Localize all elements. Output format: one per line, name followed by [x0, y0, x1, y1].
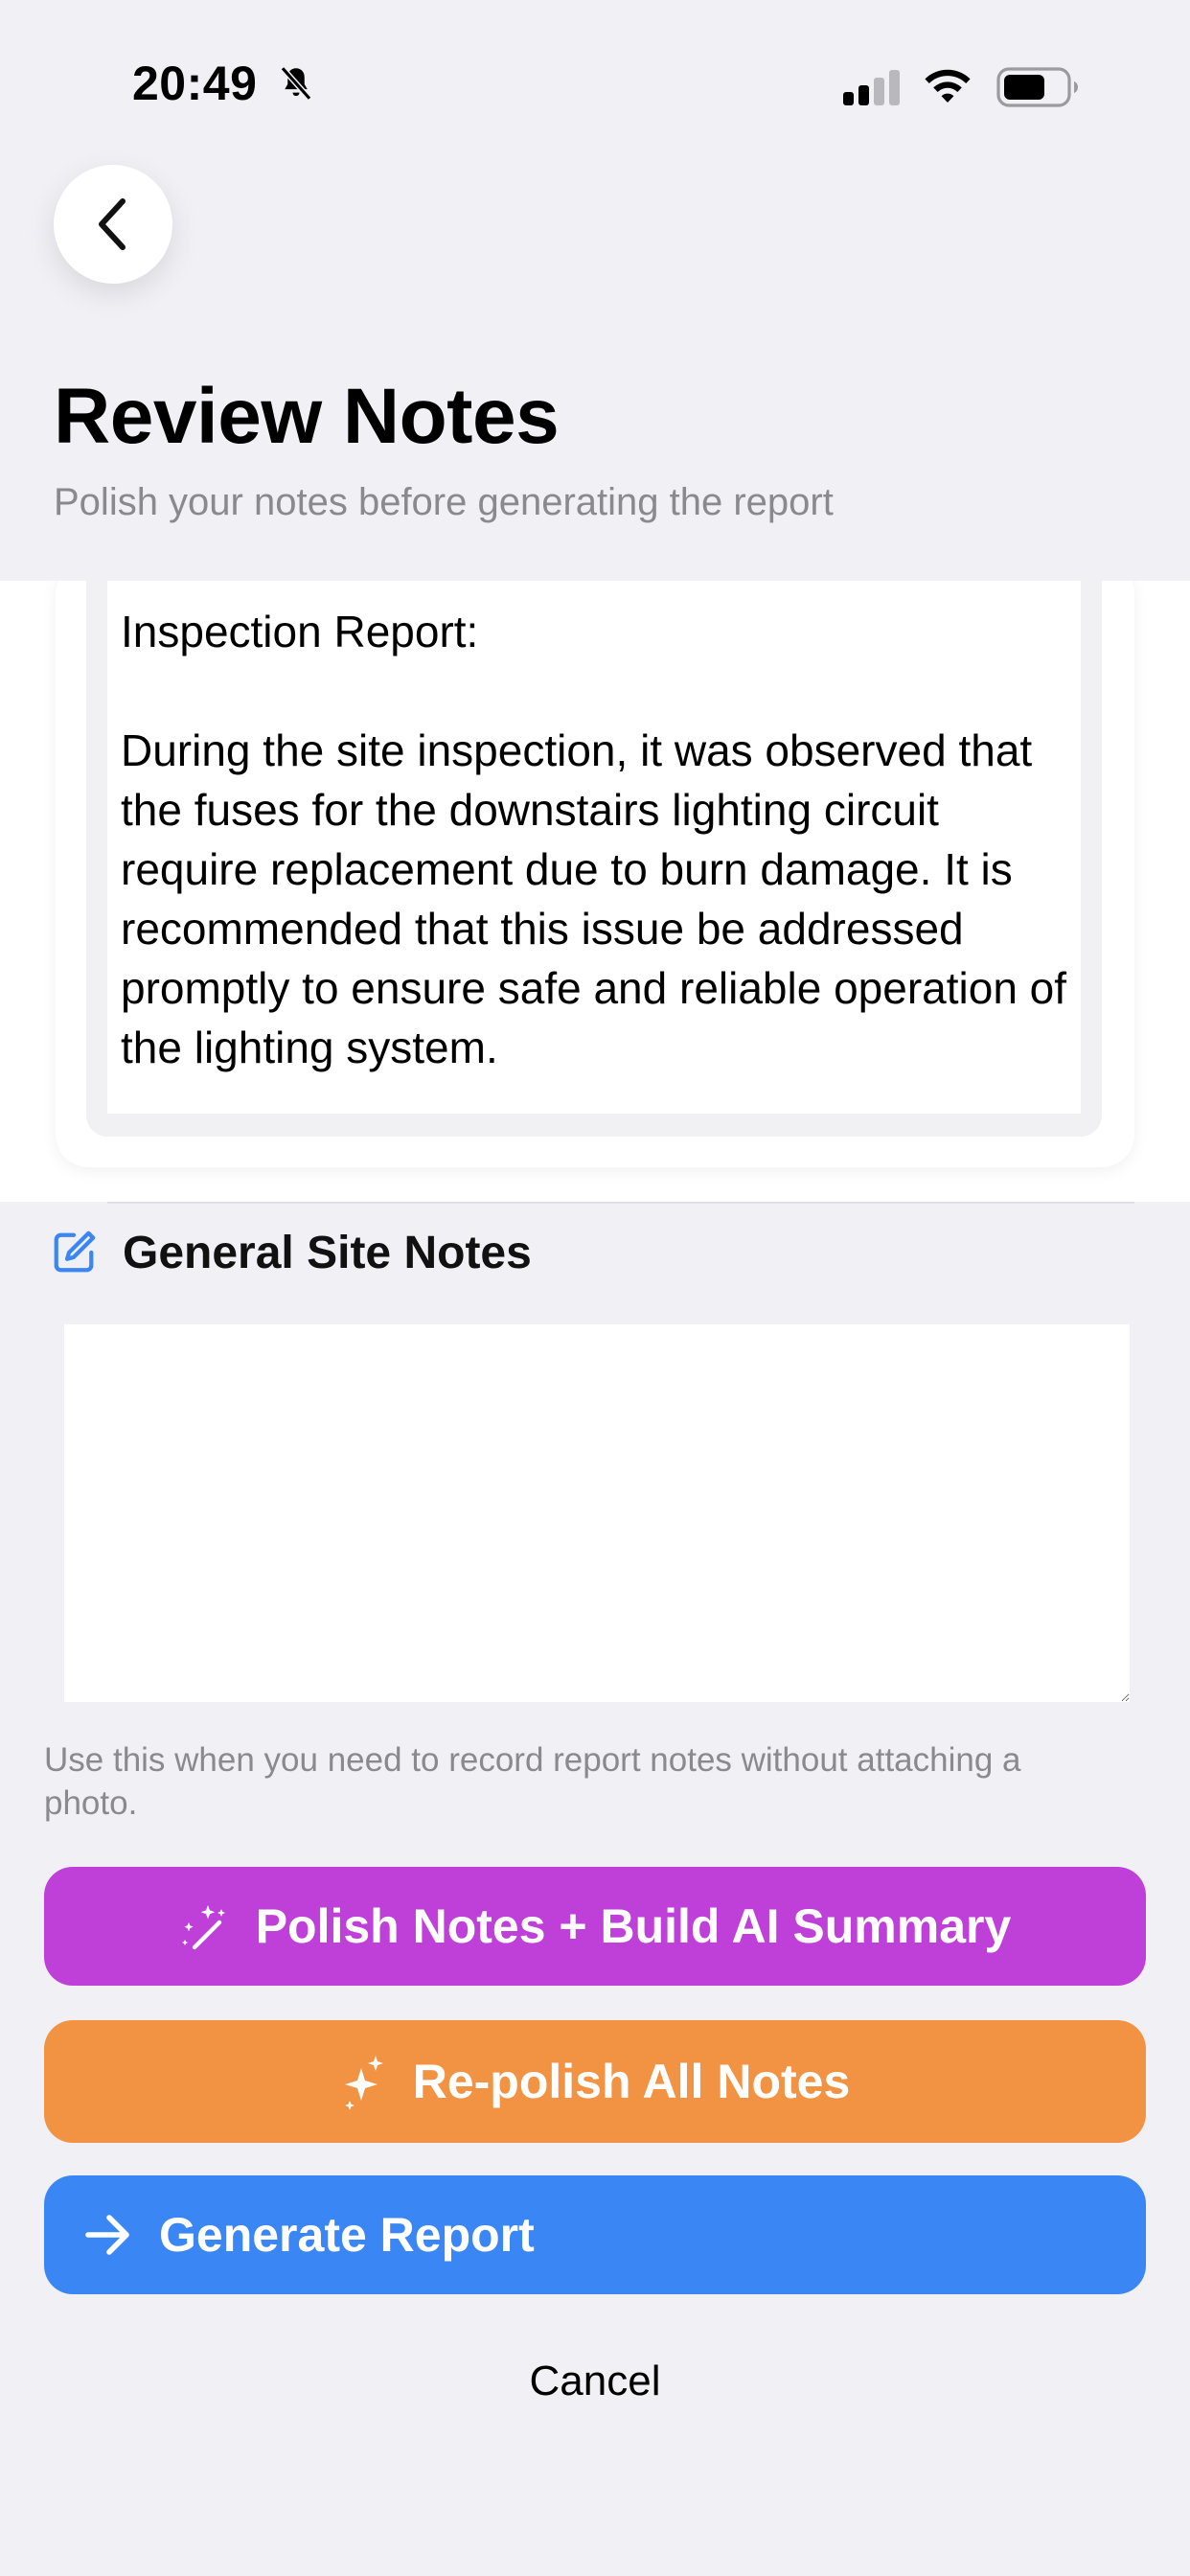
- page-subtitle: Polish your notes before generating the …: [54, 481, 834, 523]
- chevron-left-icon: [99, 198, 126, 250]
- square-pencil-icon: [54, 1230, 96, 1273]
- status-time: 20:49: [132, 57, 258, 110]
- polish-button-label: Polish Notes + Build AI Summary: [255, 1899, 1012, 1953]
- back-button[interactable]: [54, 165, 172, 284]
- page-title: Review Notes: [54, 373, 560, 460]
- cellular-signal-icon: [843, 69, 901, 105]
- divider: [107, 1202, 1134, 1204]
- general-site-notes-label: General Site Notes: [123, 1228, 532, 1278]
- note-text-editor[interactable]: Inspection Report: During the site inspe…: [107, 581, 1081, 1114]
- general-site-notes-input[interactable]: [64, 1324, 1130, 1702]
- battery-icon: [996, 67, 1078, 107]
- arrow-right-icon: [85, 2215, 129, 2255]
- note-text-frame: Inspection Report: During the site inspe…: [86, 581, 1102, 1137]
- polish-notes-build-summary-button[interactable]: Polish Notes + Build AI Summary: [44, 1867, 1146, 1986]
- sparkles-icon: [344, 2056, 383, 2110]
- wifi-icon: [925, 69, 971, 103]
- general-notes-helper-text: Use this when you need to record report …: [44, 1741, 1021, 1822]
- magic-wand-icon: [181, 1905, 225, 1950]
- repolish-all-notes-button[interactable]: Re-polish All Notes: [44, 2020, 1146, 2143]
- bell-slash-icon: [280, 66, 312, 101]
- generate-button-label: Generate Report: [159, 2208, 535, 2262]
- note-card: Inspection Report: During the site inspe…: [56, 581, 1134, 1167]
- generate-report-button[interactable]: Generate Report: [44, 2175, 1146, 2294]
- repolish-button-label: Re-polish All Notes: [412, 2055, 851, 2108]
- cancel-button[interactable]: Cancel: [0, 2358, 1190, 2405]
- notes-scroll-area[interactable]: Inspection Report: During the site inspe…: [0, 581, 1190, 1202]
